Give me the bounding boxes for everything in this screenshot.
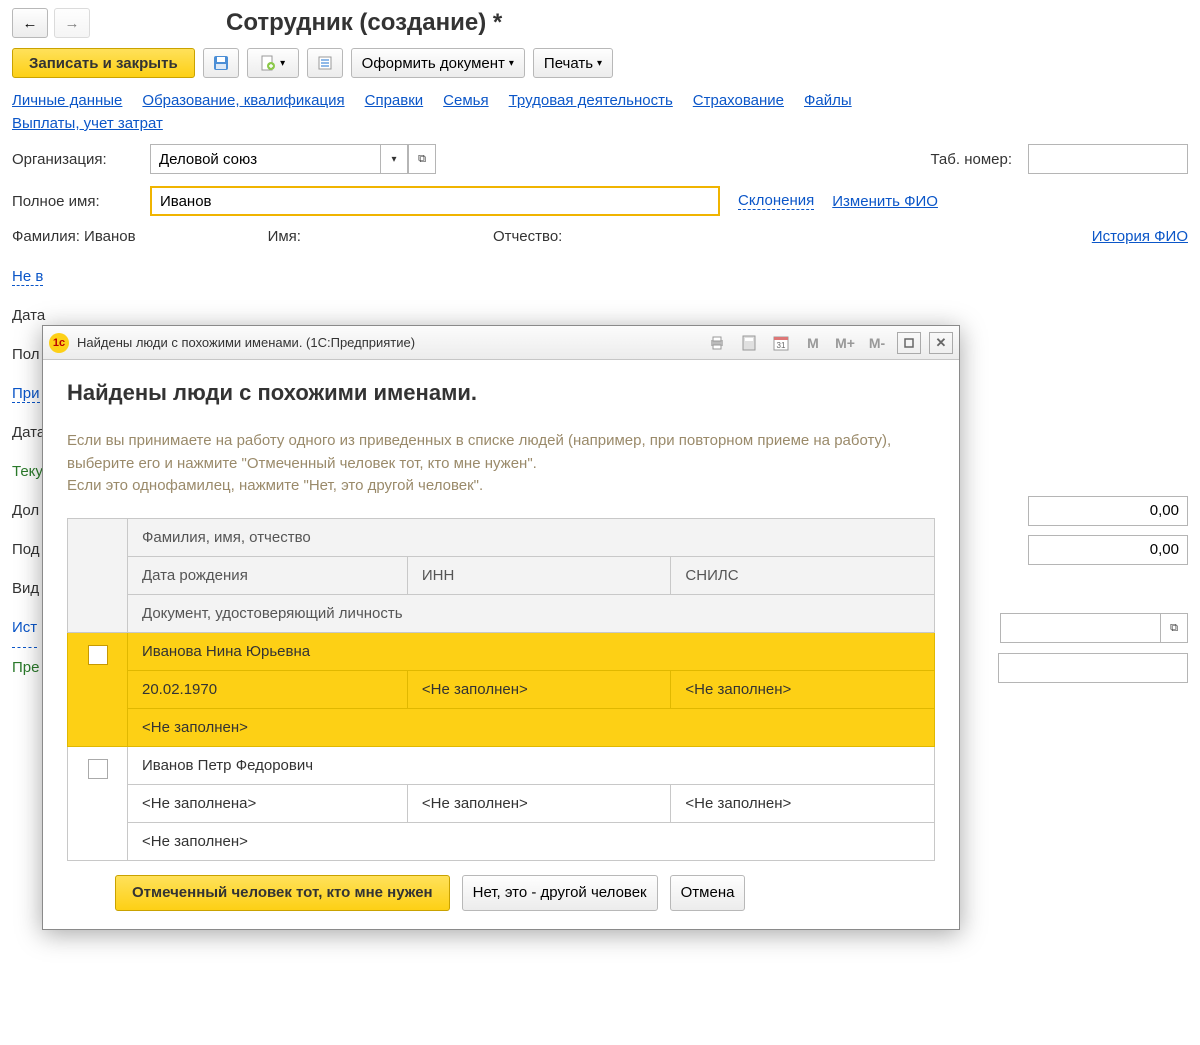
org-input[interactable]	[150, 144, 380, 174]
row-doc: <Не заполнен>	[128, 708, 935, 746]
calendar-icon[interactable]: 31	[769, 332, 793, 354]
caret-down-icon: ▾	[597, 58, 602, 69]
org-open-button[interactable]: ⧉	[408, 144, 436, 174]
org-dropdown-button[interactable]: ▾	[380, 144, 408, 174]
lastname-label: Фамилия: Иванов	[12, 228, 136, 245]
dialog-description: Если вы принимаете на работу одного из п…	[67, 430, 935, 498]
row-snils: <Не заполнен>	[671, 670, 935, 708]
mem-mplus-button[interactable]: M+	[833, 332, 857, 354]
middle-label: Отчество:	[493, 228, 562, 245]
calc-icon[interactable]	[737, 332, 761, 354]
pri-link[interactable]: При	[12, 385, 40, 403]
mem-m-button[interactable]: M	[801, 332, 825, 354]
link-insurance[interactable]: Страхование	[693, 92, 784, 109]
document-add-icon	[260, 55, 276, 71]
fio-history-link[interactable]: История ФИО	[1092, 228, 1188, 245]
app-logo-icon: 1c	[49, 333, 69, 353]
attach-button[interactable]: ▾	[247, 48, 299, 78]
confirm-person-button[interactable]: Отмеченный человек тот, кто мне нужен	[115, 875, 450, 911]
arrow-left-icon: ←	[23, 15, 38, 32]
fullname-input[interactable]	[150, 186, 720, 216]
tab-links: Личные данные Образование, квалификация …	[12, 92, 1188, 109]
row-doc: <Не заполнен>	[128, 822, 935, 860]
row-name: Иванов Петр Федорович	[128, 746, 935, 784]
dola-label: Дол	[12, 491, 39, 530]
name-label: Имя:	[268, 228, 301, 245]
col-dob: Дата рождения	[128, 556, 408, 594]
row-dob: 20.02.1970	[128, 670, 408, 708]
list-icon	[317, 55, 333, 71]
link-files[interactable]: Файлы	[804, 92, 852, 109]
declensions-link[interactable]: Склонения	[738, 192, 814, 210]
save-close-button[interactable]: Записать и закрыть	[12, 48, 195, 78]
print-button[interactable]: Печать▾	[533, 48, 613, 78]
similar-people-table: Фамилия, имя, отчество Дата рождения ИНН…	[67, 518, 935, 861]
toolbar: Записать и закрыть ▾ Оформить документ▾ …	[12, 48, 1188, 78]
fullname-label: Полное имя:	[12, 193, 142, 210]
page-title: Сотрудник (создание) *	[226, 9, 502, 37]
open-icon: ⧉	[1170, 614, 1178, 643]
row-inn: <Не заполнен>	[407, 784, 671, 822]
dialog-titlebar: 1c Найдены люди с похожими именами. (1С:…	[43, 326, 959, 360]
tabnum-input[interactable]	[1028, 144, 1188, 174]
arrow-right-icon: →	[65, 15, 80, 32]
nev-link[interactable]: Не в	[12, 268, 43, 286]
row-checkbox[interactable]	[88, 759, 108, 779]
dialog-title-text: Найдены люди с похожими именами. (1С:Пре…	[77, 335, 415, 350]
dola-value[interactable]	[1028, 496, 1188, 526]
col-fio: Фамилия, имя, отчество	[128, 518, 935, 556]
col-snils: СНИЛС	[671, 556, 935, 594]
list-button[interactable]	[307, 48, 343, 78]
svg-text:31: 31	[777, 341, 786, 350]
ist-input[interactable]	[1000, 613, 1160, 643]
forward-button[interactable]: →	[54, 8, 90, 38]
pod-value[interactable]	[1028, 535, 1188, 565]
link-education[interactable]: Образование, квалификация	[142, 92, 344, 109]
caret-down-icon: ▾	[280, 58, 285, 69]
maximize-button[interactable]	[897, 332, 921, 354]
change-fio-link[interactable]: Изменить ФИО	[832, 193, 938, 210]
similar-names-dialog: 1c Найдены люди с похожими именами. (1С:…	[42, 325, 960, 930]
ist-link[interactable]: Ист	[12, 608, 37, 648]
ist-open-button[interactable]: ⧉	[1160, 613, 1188, 643]
close-button[interactable]: ✕	[929, 332, 953, 354]
caret-down-icon: ▾	[391, 154, 396, 165]
row-inn: <Не заполнен>	[407, 670, 671, 708]
link-payouts[interactable]: Выплаты, учет затрат	[12, 115, 163, 132]
save-icon	[213, 55, 229, 71]
org-label: Организация:	[12, 151, 142, 168]
col-doc: Документ, удостоверяющий личность	[128, 594, 935, 632]
open-icon: ⧉	[418, 153, 426, 166]
pre-label: Пре	[12, 648, 39, 687]
link-refs[interactable]: Справки	[365, 92, 424, 109]
row-name: Иванова Нина Юрьевна	[128, 632, 935, 670]
print-icon[interactable]	[705, 332, 729, 354]
pod-label: Под	[12, 530, 40, 569]
col-inn: ИНН	[407, 556, 671, 594]
mem-mminus-button[interactable]: M-	[865, 332, 889, 354]
table-row[interactable]: Иванова Нина Юрьевна	[68, 632, 935, 670]
back-button[interactable]: ←	[12, 8, 48, 38]
caret-down-icon: ▾	[509, 58, 514, 69]
row-dob: <Не заполнена>	[128, 784, 408, 822]
create-doc-button[interactable]: Оформить документ▾	[351, 48, 525, 78]
different-person-button[interactable]: Нет, это - другой человек	[462, 875, 658, 911]
row-checkbox[interactable]	[88, 645, 108, 665]
pre-input[interactable]	[998, 653, 1188, 683]
row-snils: <Не заполнен>	[671, 784, 935, 822]
link-family[interactable]: Семья	[443, 92, 488, 109]
save-button[interactable]	[203, 48, 239, 78]
table-row[interactable]: Иванов Петр Федорович	[68, 746, 935, 784]
tabnum-label: Таб. номер:	[930, 151, 1012, 168]
link-personal[interactable]: Личные данные	[12, 92, 122, 109]
dialog-heading: Найдены люди с похожими именами.	[67, 380, 935, 406]
cancel-button[interactable]: Отмена	[670, 875, 746, 911]
link-work[interactable]: Трудовая деятельность	[509, 92, 673, 109]
